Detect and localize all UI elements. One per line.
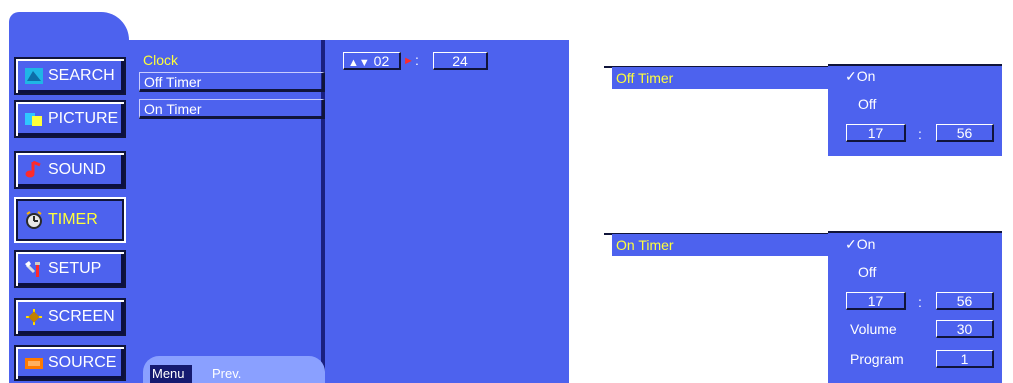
menu-key-hint[interactable]: Menu (150, 365, 192, 383)
sidebar-item-source[interactable]: SOURCE (14, 345, 126, 381)
music-note-icon (24, 160, 44, 179)
sidebar-item-label: SCREEN (48, 308, 115, 325)
sidebar-item-label: PICTURE (48, 110, 119, 127)
picture-icon (24, 110, 44, 128)
sidebar-item-label: SOUND (48, 161, 106, 178)
search-icon (24, 67, 44, 85)
checkmark-icon: ✓ (845, 236, 857, 252)
off-timer-top-line (828, 64, 1002, 66)
submenu-item-label: Off Timer (144, 74, 202, 90)
screen-adjust-icon (24, 308, 44, 326)
submenu-item-on-timer[interactable]: On Timer (139, 99, 325, 119)
up-down-arrows-icon: ▲▼ (348, 57, 370, 69)
off-timer-hour-value: 17 (867, 125, 884, 141)
sidebar-item-setup[interactable]: SETUP (14, 250, 126, 288)
on-timer-title: On Timer (612, 234, 828, 256)
sidebar-item-label: TIMER (48, 211, 98, 228)
off-timer-minute-field[interactable]: 56 (936, 124, 994, 142)
timer-icon (24, 211, 44, 229)
sidebar-item-search[interactable]: SEARCH (14, 57, 126, 95)
menu-key-label: Menu (152, 366, 185, 381)
on-timer-separator: : (918, 294, 922, 310)
program-value: 1 (960, 351, 969, 367)
clock-separator: : (415, 52, 419, 68)
volume-field[interactable]: 30 (936, 320, 994, 338)
off-timer-title: Off Timer (612, 67, 828, 89)
on-timer-option-on[interactable]: ✓On (845, 236, 875, 253)
volume-label: Volume (850, 321, 897, 337)
source-input-icon (24, 354, 44, 372)
off-timer-option-off[interactable]: Off (858, 96, 876, 112)
checkmark-icon: ✓ (845, 68, 857, 84)
on-timer-hour-field[interactable]: 17 (846, 292, 906, 310)
clock-hour-field[interactable]: ▲▼ 02 (343, 52, 401, 70)
on-timer-option-off[interactable]: Off (858, 264, 876, 280)
sidebar-item-sound[interactable]: SOUND (14, 151, 126, 189)
option-label: On (856, 68, 876, 84)
off-timer-title-text: Off Timer (616, 70, 674, 86)
volume-value: 30 (956, 321, 973, 337)
submenu-item-label: On Timer (144, 101, 202, 117)
prev-key-hint: Prev. (212, 366, 242, 381)
sidebar-item-screen[interactable]: SCREEN (14, 298, 126, 336)
option-label: On (856, 236, 876, 252)
off-timer-hour-field[interactable]: 17 (846, 124, 906, 142)
sidebar-item-picture[interactable]: PICTURE (14, 100, 126, 138)
on-timer-hour-value: 17 (867, 293, 884, 309)
sidebar-item-label: SETUP (48, 260, 102, 277)
off-timer-minute-value: 56 (956, 125, 973, 141)
on-timer-top-line (828, 231, 1002, 233)
on-timer-minute-field[interactable]: 56 (936, 292, 994, 310)
sidebar-item-label: SOURCE (48, 354, 117, 371)
off-timer-separator: : (918, 126, 922, 142)
on-timer-minute-value: 56 (956, 293, 973, 309)
clock-minute-value: 24 (452, 53, 468, 69)
clock-hour-value: 02 (373, 53, 390, 69)
submenu-item-clock[interactable]: Clock (139, 51, 323, 71)
sidebar-item-timer[interactable]: TIMER (14, 197, 126, 243)
program-label: Program (850, 351, 904, 367)
right-pointer-icon: ► (403, 55, 414, 67)
sidebar-item-label: SEARCH (48, 67, 115, 84)
program-field[interactable]: 1 (936, 350, 994, 368)
setup-tools-icon (24, 260, 44, 278)
off-timer-option-on[interactable]: ✓On (845, 68, 875, 85)
submenu-item-off-timer[interactable]: Off Timer (139, 72, 325, 92)
on-timer-title-text: On Timer (616, 237, 674, 253)
submenu-item-label: Clock (143, 52, 179, 68)
clock-minute-field[interactable]: 24 (433, 52, 488, 70)
